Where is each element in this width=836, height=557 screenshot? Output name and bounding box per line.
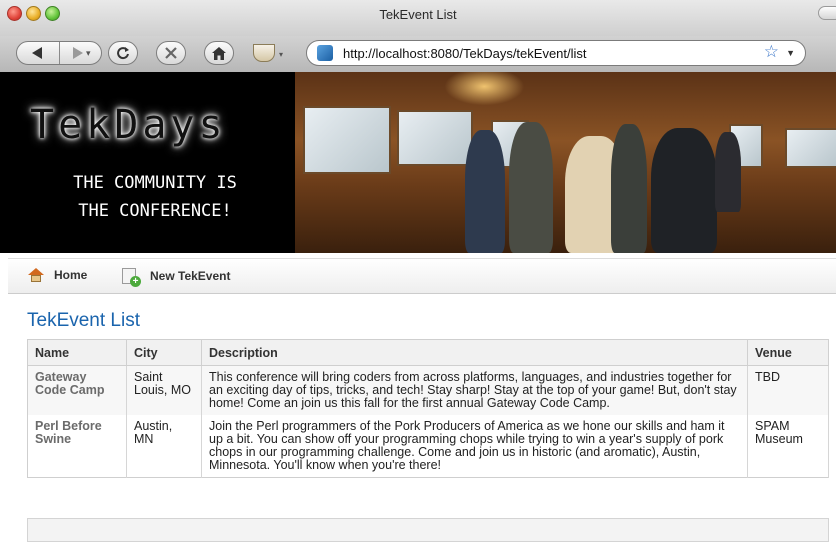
event-description: Join the Perl programmers of the Pork Pr… — [201, 415, 748, 478]
event-city: Saint Louis, MO — [126, 365, 202, 415]
pagination-bar — [27, 518, 829, 542]
toolbar-toggle-button[interactable] — [818, 6, 836, 20]
back-forward-group: ▾ — [16, 41, 102, 65]
column-header-name[interactable]: Name — [27, 339, 127, 366]
column-header-venue[interactable]: Venue — [747, 339, 829, 366]
event-description: This conference will bring coders from a… — [201, 365, 748, 415]
nav-home-link[interactable]: Home — [28, 268, 87, 282]
attendee-figure — [611, 124, 647, 253]
home-icon — [212, 46, 226, 60]
window-titlebar: TekEvent List — [0, 0, 836, 37]
event-venue: TBD — [747, 365, 829, 415]
attendee-figure — [509, 122, 553, 253]
attendee-figure — [715, 132, 741, 212]
nav-home-label[interactable]: Home — [54, 268, 87, 282]
column-header-city[interactable]: City — [126, 339, 202, 366]
event-name-link[interactable]: Gateway Code Camp — [27, 365, 127, 415]
chevron-down-icon: ▾ — [85, 47, 91, 58]
site-favicon-icon — [317, 45, 333, 61]
page-title: TekEvent List — [27, 310, 140, 331]
poster-board — [785, 128, 836, 168]
nav-bar: Home + New TekEvent — [8, 258, 836, 294]
poster-board — [397, 110, 473, 166]
back-arrow-icon — [31, 47, 42, 59]
home-button[interactable] — [204, 41, 234, 65]
event-city: Austin, MN — [126, 415, 202, 478]
star-icon[interactable]: ☆ — [764, 42, 779, 62]
table-row: Perl Before Swine Austin, MN Join the Pe… — [27, 415, 829, 478]
tagline-line-1: THE COMMUNITY IS — [73, 173, 237, 193]
table-header-row: Name City Description Venue — [27, 339, 829, 366]
chevron-down-icon[interactable]: ▾ — [279, 50, 283, 59]
site-banner: TekDays THE COMMUNITY IS THE CONFERENCE! — [0, 72, 836, 253]
forward-arrow-icon — [72, 47, 83, 59]
forward-button[interactable]: ▾ — [60, 42, 102, 64]
poster-board — [303, 106, 391, 174]
nav-new-tekevent-link[interactable]: + New TekEvent — [122, 268, 230, 287]
attendee-figure — [465, 130, 505, 253]
window-title: TekEvent List — [379, 7, 457, 22]
nav-new-label[interactable]: New TekEvent — [150, 269, 230, 283]
url-text[interactable]: http://localhost:8080/TekDays/tekEvent/l… — [343, 46, 587, 61]
new-document-icon: + — [122, 268, 141, 287]
address-bar[interactable]: http://localhost:8080/TekDays/tekEvent/l… — [306, 40, 806, 66]
column-header-description[interactable]: Description — [201, 339, 748, 366]
stop-button[interactable] — [156, 41, 186, 65]
event-venue: SPAM Museum — [747, 415, 829, 478]
table-row: Gateway Code Camp Saint Louis, MO This c… — [27, 365, 829, 415]
chevron-down-icon[interactable]: ▼ — [786, 48, 795, 58]
browser-toolbar: ▾ ▾ http://localhost:8080/TekDays/tekEve… — [0, 36, 836, 73]
conference-photo — [295, 72, 836, 253]
tagline-line-2: THE CONFERENCE! — [78, 201, 232, 221]
home-icon — [28, 268, 44, 282]
stop-icon — [165, 47, 177, 59]
reload-button[interactable] — [108, 41, 138, 65]
back-button[interactable] — [17, 42, 60, 64]
reload-icon — [117, 47, 129, 60]
attendee-figure — [651, 128, 717, 253]
greasemonkey-cup-icon[interactable] — [253, 44, 275, 62]
tekdays-logo: TekDays — [30, 102, 227, 148]
tekevent-table: Name City Description Venue Gateway Code… — [27, 339, 829, 478]
event-name-link[interactable]: Perl Before Swine — [27, 415, 127, 478]
